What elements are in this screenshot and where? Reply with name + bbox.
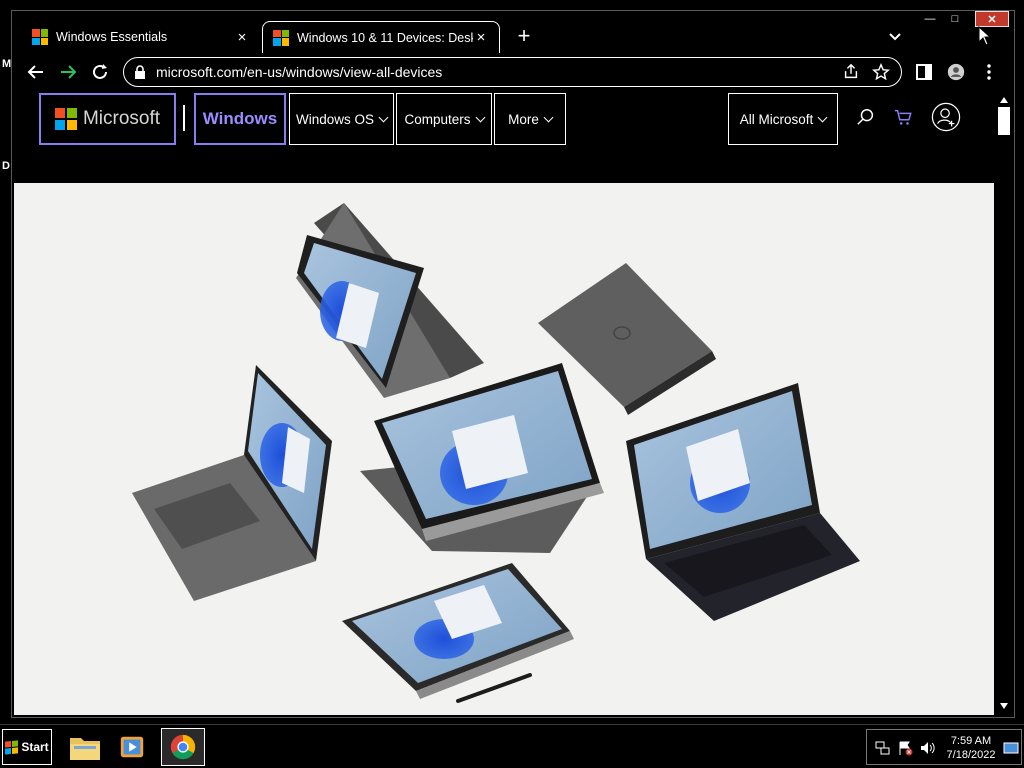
tab-windows-essentials[interactable]: Windows Essentials × bbox=[22, 21, 260, 53]
laptops-illustration bbox=[14, 183, 994, 715]
action-center-flag-icon[interactable] bbox=[897, 740, 913, 756]
bookmark-star-icon[interactable] bbox=[871, 62, 891, 82]
search-icon[interactable] bbox=[853, 104, 879, 130]
nav-more[interactable]: More bbox=[494, 93, 566, 145]
address-bar[interactable]: microsoft.com/en-us/windows/view-all-dev… bbox=[123, 57, 902, 87]
clock-date: 7/18/2022 bbox=[946, 749, 996, 761]
close-tab-icon[interactable]: × bbox=[473, 29, 489, 46]
reload-icon bbox=[93, 64, 107, 79]
forward-arrow-icon bbox=[61, 65, 77, 79]
microsoft-site-header: Microsoft Windows Windows OS Computers M… bbox=[14, 91, 996, 183]
tab-title: Windows 10 & 11 Devices: Desktop bbox=[297, 30, 473, 45]
chevron-down-icon bbox=[543, 112, 554, 122]
microsoft-favicon-icon bbox=[32, 29, 48, 45]
nav-label: Computers bbox=[404, 111, 471, 127]
shopping-cart-icon[interactable] bbox=[890, 104, 916, 130]
scrollbar-thumb[interactable] bbox=[998, 107, 1010, 135]
start-button[interactable]: Start bbox=[2, 729, 52, 765]
reload-button[interactable] bbox=[88, 60, 112, 84]
folder-icon bbox=[70, 738, 100, 760]
all-microsoft-menu[interactable]: All Microsoft bbox=[728, 93, 838, 145]
nav-label: More bbox=[508, 111, 539, 127]
desktop-icon-label-fragment: M bbox=[2, 58, 12, 70]
media-player-icon bbox=[120, 736, 144, 758]
kebab-menu-icon bbox=[987, 64, 991, 80]
microsoft-favicon-icon bbox=[273, 29, 289, 46]
clock-time: 7:59 AM bbox=[950, 735, 992, 747]
chrome-icon bbox=[170, 734, 196, 760]
hero-image-devices bbox=[14, 183, 994, 715]
nav-label: All Microsoft bbox=[739, 111, 814, 127]
minimize-button[interactable]: — bbox=[918, 11, 942, 27]
browser-window: Windows Essentials × Windows 10 & 11 Dev… bbox=[11, 10, 1015, 718]
page-viewport: Microsoft Windows Windows OS Computers M… bbox=[14, 91, 996, 715]
browser-menu-button[interactable] bbox=[977, 60, 1001, 84]
chevron-down-icon bbox=[817, 112, 828, 122]
nav-label: Windows OS bbox=[295, 111, 375, 127]
scroll-up-arrow-icon[interactable] bbox=[1000, 97, 1008, 103]
side-panel-button[interactable] bbox=[912, 60, 936, 84]
tab-windows-devices[interactable]: Windows 10 & 11 Devices: Desktop × bbox=[262, 21, 500, 53]
windows-brand-link[interactable]: Windows bbox=[194, 93, 286, 145]
tab-title: Windows Essentials bbox=[56, 30, 168, 44]
profile-avatar-icon bbox=[947, 63, 965, 81]
desktop-icon-label-fragment: D bbox=[2, 160, 10, 172]
share-icon[interactable] bbox=[841, 62, 861, 82]
taskbar: Start 7:59 AM 7/18/2022 bbox=[0, 724, 1024, 768]
back-button[interactable] bbox=[24, 60, 48, 84]
browser-toolbar: microsoft.com/en-us/windows/view-all-dev… bbox=[12, 55, 1014, 89]
back-arrow-icon bbox=[27, 65, 43, 79]
profile-button[interactable] bbox=[944, 60, 968, 84]
start-label: Start bbox=[21, 740, 49, 754]
mouse-cursor-icon bbox=[978, 26, 992, 46]
forward-button[interactable] bbox=[56, 60, 80, 84]
maximize-button[interactable]: □ bbox=[943, 11, 967, 27]
new-tab-button[interactable]: + bbox=[512, 23, 536, 49]
header-divider bbox=[183, 105, 185, 131]
chevron-down-icon bbox=[378, 112, 389, 122]
close-tab-icon[interactable]: × bbox=[234, 29, 250, 46]
clock[interactable]: 7:59 AM 7/18/2022 bbox=[945, 734, 997, 762]
page-scrollbar[interactable] bbox=[996, 91, 1012, 715]
file-explorer-taskbar-button[interactable] bbox=[63, 728, 107, 766]
scroll-down-arrow-icon[interactable] bbox=[1000, 703, 1008, 709]
sign-in-account-icon[interactable] bbox=[930, 101, 962, 133]
nav-windows-os[interactable]: Windows OS bbox=[289, 93, 394, 145]
volume-icon[interactable] bbox=[919, 740, 935, 756]
nav-computers[interactable]: Computers bbox=[396, 93, 492, 145]
chrome-taskbar-button[interactable] bbox=[161, 728, 205, 766]
media-player-taskbar-button[interactable] bbox=[110, 728, 154, 766]
windows-flag-icon bbox=[5, 739, 19, 755]
lock-icon[interactable] bbox=[134, 65, 146, 79]
side-panel-icon bbox=[916, 64, 932, 80]
network-icon[interactable] bbox=[875, 740, 891, 756]
show-desktop-icon[interactable] bbox=[1003, 740, 1019, 756]
microsoft-logo-text: Microsoft bbox=[82, 108, 161, 129]
system-tray: 7:59 AM 7/18/2022 bbox=[866, 729, 1022, 765]
microsoft-logo-link[interactable]: Microsoft bbox=[39, 93, 176, 145]
tab-search-chevron-icon[interactable] bbox=[885, 27, 905, 47]
url-text[interactable]: microsoft.com/en-us/windows/view-all-dev… bbox=[156, 64, 841, 80]
close-window-button[interactable]: ✕ bbox=[975, 11, 1009, 27]
tab-strip: Windows Essentials × Windows 10 & 11 Dev… bbox=[12, 11, 1014, 53]
chevron-down-icon bbox=[475, 112, 485, 122]
microsoft-logo-icon bbox=[54, 108, 77, 130]
